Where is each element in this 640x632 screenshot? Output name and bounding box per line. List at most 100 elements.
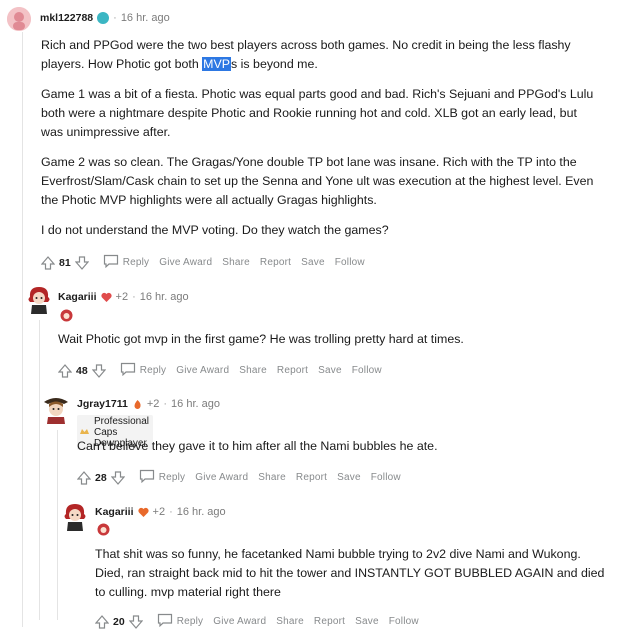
timestamp[interactable]: 16 hr. ago [140, 291, 189, 303]
snoo-icon [97, 12, 110, 24]
give-award-button[interactable]: Give Award [159, 257, 212, 268]
report-button[interactable]: Report [277, 365, 308, 376]
text-line: the Photic MVP highlights were all actua… [41, 193, 377, 207]
upvote-arrow-icon[interactable] [94, 614, 110, 629]
comment-body: Can't believe they gave it to him after … [77, 437, 438, 456]
reply-button[interactable]: Reply [120, 362, 167, 379]
downvote-arrow-icon[interactable] [74, 255, 89, 270]
speech-bubble-icon [157, 613, 173, 630]
vote-count: 20 [113, 615, 125, 628]
heart-award-icon [137, 507, 149, 518]
text-line: Everfrost/Slam/Cask chain to set up the … [41, 174, 594, 188]
paragraph: I do not understand the MVP voting. Do t… [41, 221, 593, 240]
text-line: players. How Photic got both [41, 57, 203, 71]
comment-body: Rich and PPGod were the two best players… [41, 36, 593, 240]
separator: · [113, 12, 117, 24]
upvote-arrow-icon[interactable] [76, 470, 92, 485]
downvote-arrow-icon[interactable] [91, 363, 106, 378]
vote-count: 28 [95, 471, 107, 484]
reply-button[interactable]: Reply [157, 613, 204, 630]
text-line: Rich and PPGod were the two best players… [41, 38, 571, 52]
follow-button[interactable]: Follow [352, 365, 382, 376]
text-line: Can't believe they gave it to him after … [77, 439, 438, 453]
flame-award-icon [132, 399, 143, 410]
upvote-arrow-icon[interactable] [57, 363, 73, 378]
text-line: both were a nightmare despite Photic and… [41, 106, 577, 120]
timestamp[interactable]: 16 hr. ago [171, 398, 220, 410]
text-line: Died, ran straight back mid to hit the t… [95, 566, 605, 580]
give-award-button[interactable]: Give Award [213, 616, 266, 627]
user-flair-icon [60, 309, 73, 322]
report-button[interactable]: Report [314, 616, 345, 627]
speech-bubble-icon [103, 254, 119, 271]
username[interactable]: Kagariii [95, 506, 134, 518]
reply-label: Reply [176, 616, 204, 627]
paragraph: Game 2 was so clean. The Gragas/Yone dou… [41, 153, 593, 210]
comment-header: Kagariii +2 · 16 hr. ago [58, 291, 189, 303]
vote-count: 81 [59, 256, 71, 269]
separator: · [163, 398, 168, 410]
reply-label: Reply [158, 472, 186, 483]
share-button[interactable]: Share [258, 472, 286, 483]
comment-header: Kagariii +2 · 16 hr. ago [95, 506, 226, 518]
thread-line[interactable] [39, 320, 40, 620]
award-count[interactable]: +2 [116, 291, 129, 303]
avatar[interactable] [62, 502, 88, 532]
avatar[interactable] [42, 393, 70, 425]
text-line: Wait Photic got mvp in the first game? H… [58, 332, 464, 346]
text-line: s is beyond me. [231, 57, 318, 71]
give-award-button[interactable]: Give Award [176, 365, 229, 376]
report-button[interactable]: Report [260, 257, 291, 268]
upvote-arrow-icon[interactable] [40, 255, 56, 270]
thread-line[interactable] [22, 32, 23, 627]
save-button[interactable]: Save [318, 365, 342, 376]
thread-line[interactable] [57, 430, 58, 620]
save-button[interactable]: Save [301, 257, 325, 268]
timestamp[interactable]: 16 hr. ago [121, 12, 170, 24]
comment-body: That shit was so funny, he facetanked Na… [95, 545, 604, 602]
vote-count: 48 [76, 364, 88, 377]
user-flair-icon [97, 523, 110, 536]
save-button[interactable]: Save [355, 616, 379, 627]
comment-actions: 81 Reply Give Award Share Report Save Fo… [40, 254, 365, 271]
reply-label: Reply [139, 365, 167, 376]
follow-button[interactable]: Follow [389, 616, 419, 627]
reply-button[interactable]: Reply [139, 469, 186, 486]
comment-body: Wait Photic got mvp in the first game? H… [58, 330, 464, 349]
share-button[interactable]: Share [222, 257, 250, 268]
text-line: was unimpressive after. [41, 125, 171, 139]
comment-actions: 20 Reply Give Award Share Report Save Fo… [94, 613, 419, 630]
share-button[interactable]: Share [239, 365, 267, 376]
award-count[interactable]: +2 [147, 398, 160, 410]
speech-bubble-icon [139, 469, 155, 486]
text-line: Game 2 was so clean. The Gragas/Yone dou… [41, 155, 577, 169]
text-line: I do not understand the MVP voting. Do t… [41, 223, 389, 237]
downvote-arrow-icon[interactable] [128, 614, 143, 629]
reply-label: Reply [122, 257, 150, 268]
separator: · [132, 291, 136, 303]
comment-header: Jgray1711 +2 · 16 hr. ago [77, 398, 220, 410]
reply-button[interactable]: Reply [103, 254, 150, 271]
paragraph: Rich and PPGod were the two best players… [41, 36, 593, 74]
username[interactable]: Kagariii [58, 291, 97, 303]
avatar[interactable] [26, 285, 52, 315]
text-line: That shit was so funny, he facetanked Na… [95, 547, 581, 561]
comment-actions: 48 Reply Give Award Share Report Save Fo… [57, 362, 382, 379]
share-button[interactable]: Share [276, 616, 304, 627]
username[interactable]: Jgray1711 [77, 398, 128, 410]
comment-actions: 28 Reply Give Award Share Report Save Fo… [76, 469, 401, 486]
username[interactable]: mkl122788 [40, 12, 93, 24]
follow-button[interactable]: Follow [335, 257, 365, 268]
avatar[interactable] [7, 7, 31, 31]
downvote-arrow-icon[interactable] [110, 470, 125, 485]
highlighted-text: MVP [202, 57, 232, 71]
save-button[interactable]: Save [337, 472, 361, 483]
report-button[interactable]: Report [296, 472, 327, 483]
paragraph: Game 1 was a bit of a fiesta. Photic was… [41, 85, 593, 142]
award-count[interactable]: +2 [153, 506, 166, 518]
comment-header: mkl122788 · 16 hr. ago [40, 12, 170, 24]
text-line: to culling. mvp material right there [95, 585, 281, 599]
timestamp[interactable]: 16 hr. ago [177, 506, 226, 518]
follow-button[interactable]: Follow [371, 472, 401, 483]
give-award-button[interactable]: Give Award [195, 472, 248, 483]
